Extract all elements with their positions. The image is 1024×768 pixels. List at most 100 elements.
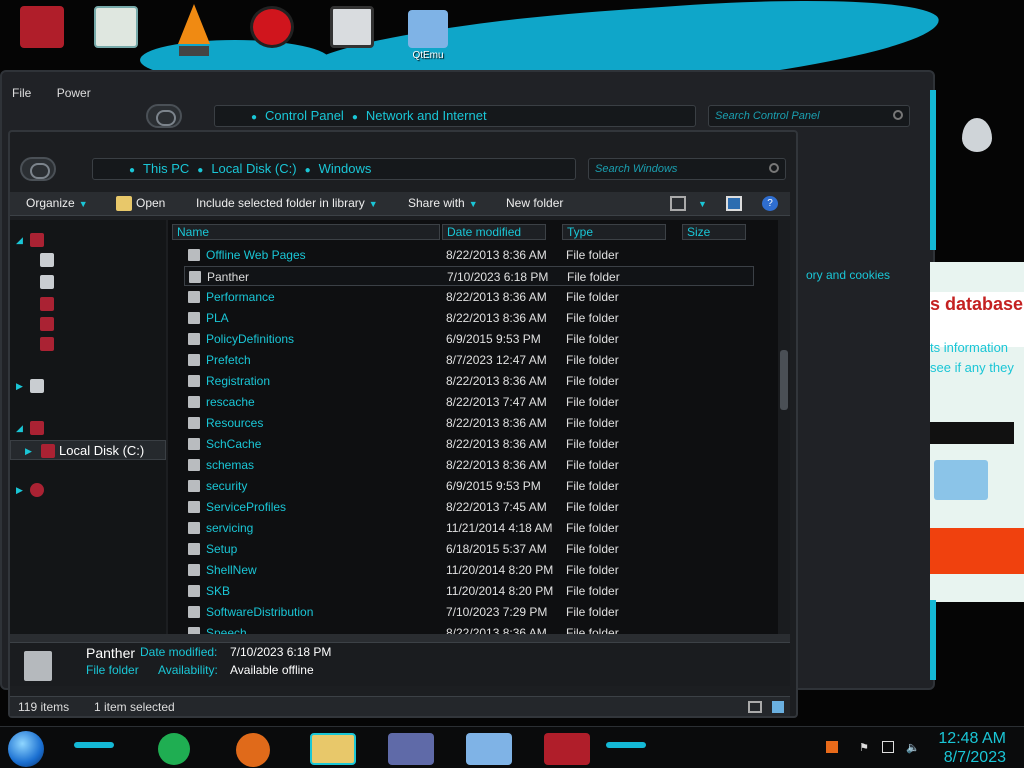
panel-text: ory and cookies	[806, 268, 891, 282]
new-folder-button[interactable]: New folder	[506, 196, 563, 210]
item-count: 119 items	[18, 700, 70, 714]
folder-icon	[188, 606, 200, 618]
network-icon[interactable]	[882, 741, 894, 753]
breadcrumb-this-pc[interactable]: This PC	[143, 161, 189, 176]
network-icon	[30, 483, 44, 497]
chevron-down-icon: ▼	[698, 199, 707, 209]
file-row[interactable]: servicing 11/21/2014 4:18 AM File folder	[184, 518, 754, 538]
nav-item-homegroup[interactable]: ▶	[10, 376, 166, 396]
help-icon[interactable]: ?	[762, 196, 778, 211]
file-row[interactable]: Performance 8/22/2013 8:36 AM File folder	[184, 287, 754, 307]
breadcrumb-windows[interactable]: Windows	[319, 161, 372, 176]
file-row[interactable]: SchCache 8/22/2013 8:36 AM File folder	[184, 434, 754, 454]
folder-icon	[188, 564, 200, 576]
scroll-thumb[interactable]	[780, 350, 788, 410]
file-row[interactable]: ShellNew 11/20/2014 8:20 PM File folder	[184, 560, 754, 580]
file-row[interactable]: security 6/9/2015 9:53 PM File folder	[184, 476, 754, 496]
nav-item-this-pc[interactable]: ◢	[10, 418, 166, 438]
file-type: File folder	[567, 270, 620, 284]
file-date: 8/22/2013 8:36 AM	[446, 416, 547, 430]
view-dropdown[interactable]: ▼	[694, 196, 707, 210]
file-date: 11/21/2014 4:18 AM	[446, 521, 553, 535]
explorer-address-bar[interactable]: ● This PC ● Local Disk (C:) ● Windows	[92, 158, 576, 180]
taskbar-firefox[interactable]	[236, 733, 270, 767]
explorer-search-input[interactable]: Search Windows	[588, 158, 786, 180]
column-header-size[interactable]: Size	[682, 224, 746, 240]
desktop-icon-vlc[interactable]	[164, 4, 224, 60]
horizontal-scrollbar[interactable]	[10, 634, 790, 642]
large-icons-view-icon[interactable]	[772, 701, 784, 713]
back-forward-button[interactable]	[20, 157, 56, 181]
desktop-icon[interactable]	[242, 6, 302, 62]
menu-power[interactable]: Power	[57, 86, 91, 100]
file-type: File folder	[566, 521, 619, 535]
column-header-type[interactable]: Type	[562, 224, 666, 240]
details-view-icon[interactable]	[748, 701, 762, 713]
include-in-library-button[interactable]: Include selected folder in library ▼	[196, 196, 378, 210]
file-row[interactable]: SKB 11/20/2014 8:20 PM File folder	[184, 581, 754, 601]
file-row[interactable]: Setup 6/18/2015 5:37 AM File folder	[184, 539, 754, 559]
file-row[interactable]: schemas 8/22/2013 8:36 AM File folder	[184, 455, 754, 475]
breadcrumb-local-disk[interactable]: Local Disk (C:)	[211, 161, 296, 176]
flag-icon[interactable]: ⚑	[858, 741, 870, 754]
file-row[interactable]: Resources 8/22/2013 8:36 AM File folder	[184, 413, 754, 433]
taskbar-explorer[interactable]	[310, 733, 356, 765]
view-options-icon[interactable]	[670, 196, 686, 211]
taskbar-qtemu[interactable]	[466, 733, 512, 765]
file-row[interactable]: Speech 8/22/2013 8:36 AM File folder	[184, 623, 754, 634]
taskbar-app[interactable]	[544, 733, 590, 765]
desktop-icon[interactable]	[322, 6, 382, 62]
share-with-button[interactable]: Share with ▼	[408, 196, 478, 210]
desktop-icon-qtemu[interactable]: QtEmu	[398, 10, 458, 66]
volume-icon[interactable]: 🔈	[906, 741, 920, 754]
control-panel-address-bar[interactable]: ● Control Panel ● Network and Internet	[214, 105, 696, 127]
folder-icon	[188, 375, 200, 387]
file-row[interactable]: SoftwareDistribution 7/10/2023 7:29 PM Fil…	[184, 602, 754, 622]
folder-icon	[40, 337, 54, 351]
tray-app-icon[interactable]	[826, 741, 838, 753]
file-row[interactable]: Panther 7/10/2023 6:18 PM File folder	[184, 266, 754, 286]
nav-item[interactable]	[10, 272, 166, 292]
nav-item-network[interactable]: ▶	[10, 480, 166, 500]
file-row[interactable]: Registration 8/22/2013 8:36 AM File folder	[184, 371, 754, 391]
desktop-icon[interactable]	[86, 6, 146, 62]
taskbar-control-panel[interactable]	[388, 733, 434, 765]
chevron-down-icon: ▼	[78, 199, 88, 209]
nav-item[interactable]	[10, 334, 166, 354]
file-row[interactable]: Offline Web Pages 8/22/2013 8:36 AM File f…	[184, 245, 754, 265]
open-button[interactable]: Open	[136, 196, 165, 210]
file-row[interactable]: ServiceProfiles 8/22/2013 7:45 AM File fol…	[184, 497, 754, 517]
chevron-down-icon: ▼	[368, 199, 378, 209]
vertical-scrollbar[interactable]	[778, 220, 790, 634]
file-name: ShellNew	[206, 563, 257, 577]
file-row[interactable]: rescache 8/22/2013 7:47 AM File folder	[184, 392, 754, 412]
nav-item-local-disk[interactable]: ▶ Local Disk (C:)	[10, 440, 166, 460]
file-name: SKB	[206, 584, 231, 598]
nav-item[interactable]: ◢	[10, 230, 166, 250]
taskbar-chat-app[interactable]	[158, 733, 190, 765]
chevron-down-icon: ◢	[16, 423, 23, 433]
breadcrumb-control-panel[interactable]: Control Panel	[265, 108, 344, 123]
file-type: File folder	[566, 395, 619, 409]
organize-button[interactable]: Organize ▼	[26, 196, 88, 210]
system-clock[interactable]: 12:48 AM 8/7/2023	[938, 729, 1006, 767]
control-panel-search[interactable]: Search Control Panel	[708, 105, 910, 127]
file-row[interactable]: PLA 8/22/2013 8:36 AM File folder	[184, 308, 754, 328]
clock-time: 12:48 AM	[938, 730, 1006, 747]
folder-icon	[188, 354, 200, 366]
file-type: File folder	[566, 542, 619, 556]
preview-pane-icon[interactable]	[726, 196, 742, 211]
file-row[interactable]: PolicyDefinitions 6/9/2015 9:53 PM File fo…	[184, 329, 754, 349]
folder-icon	[188, 417, 200, 429]
start-button[interactable]	[8, 731, 44, 767]
column-header-date[interactable]: Date modified	[442, 224, 546, 240]
nav-item[interactable]	[10, 294, 166, 314]
file-row[interactable]: Prefetch 8/7/2023 12:47 AM File folder	[184, 350, 754, 370]
breadcrumb-network[interactable]: Network and Internet	[366, 108, 487, 123]
desktop-icon[interactable]	[12, 6, 72, 62]
column-header-name[interactable]: Name	[172, 224, 440, 240]
back-forward-button[interactable]	[146, 104, 182, 128]
nav-item[interactable]	[10, 314, 166, 334]
menu-file[interactable]: File	[12, 86, 31, 100]
nav-item[interactable]	[10, 250, 166, 270]
